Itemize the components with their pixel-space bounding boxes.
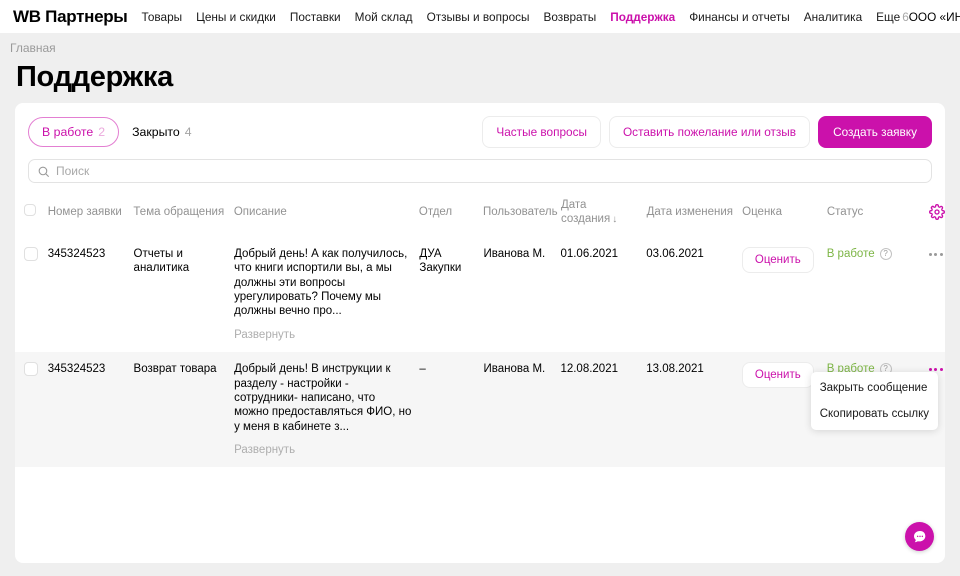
status-help-icon[interactable]: ? xyxy=(880,248,892,260)
tab-in-progress-count: 2 xyxy=(98,125,105,139)
tab-closed-label: Закрыто xyxy=(132,125,180,139)
header-user: Пользователь xyxy=(483,205,561,219)
feedback-button[interactable]: Оставить пожелание или отзыв xyxy=(609,116,810,148)
ticket-number: 345324523 xyxy=(48,362,134,376)
logo[interactable]: WB Партнеры xyxy=(13,7,128,27)
nav-item-postavki[interactable]: Поставки xyxy=(290,10,341,24)
nav-item-more[interactable]: Еще6 xyxy=(876,10,909,24)
nav-item-podderzhka[interactable]: Поддержка xyxy=(610,10,675,24)
toolbar-buttons: Частые вопросы Оставить пожелание или от… xyxy=(482,116,932,148)
nav-item-analitika[interactable]: Аналитика xyxy=(804,10,862,24)
search-input[interactable] xyxy=(56,164,923,178)
ticket-description: Добрый день! А как получилось, что книги… xyxy=(234,247,411,319)
nav-item-otzyvy-i-voprosy[interactable]: Отзывы и вопросы xyxy=(427,10,530,24)
status-tabs: В работе 2 Закрыто 4 xyxy=(28,117,192,147)
ticket-modified: 13.08.2021 xyxy=(646,362,742,376)
status-text: В работе xyxy=(827,247,875,261)
tab-in-progress-label: В работе xyxy=(42,125,93,139)
nav-item-tovary[interactable]: Товары xyxy=(142,10,183,24)
more-label: Еще xyxy=(876,10,900,24)
table-row: 345324523 Отчеты и аналитика Добрый день… xyxy=(15,237,945,352)
support-chat-button[interactable] xyxy=(905,522,934,551)
support-card: В работе 2 Закрыто 4 Частые вопросы Оста… xyxy=(15,103,945,563)
context-menu-close-ticket[interactable]: Закрыть сообщение xyxy=(811,375,938,401)
header-number: Номер заявки xyxy=(48,205,134,219)
nav-item-finansy-i-otchety[interactable]: Финансы и отчеты xyxy=(689,10,790,24)
ticket-created: 01.06.2021 xyxy=(560,247,646,261)
nav-item-tseny-i-skidki[interactable]: Цены и скидки xyxy=(196,10,276,24)
tab-closed[interactable]: Закрыто 4 xyxy=(132,118,192,146)
breadcrumb[interactable]: Главная xyxy=(0,33,56,57)
row-checkbox[interactable] xyxy=(24,247,38,261)
header-description: Описание xyxy=(234,205,419,219)
ticket-user: Иванова М. xyxy=(484,247,561,261)
top-navbar: WB Партнеры Товары Цены и скидки Поставк… xyxy=(0,0,960,33)
ticket-description: Добрый день! В инструкции к разделу - на… xyxy=(234,362,411,434)
ticket-number: 345324523 xyxy=(48,247,134,261)
header-created-sort[interactable]: Дата создания↓ xyxy=(561,198,647,227)
expand-link[interactable]: Развернуть xyxy=(234,328,295,342)
create-ticket-button[interactable]: Создать заявку xyxy=(818,116,932,148)
header-theme: Тема обращения xyxy=(133,205,233,219)
table-row: 345324523 Возврат товара Добрый день! В … xyxy=(15,352,945,467)
header-rating: Оценка xyxy=(742,205,827,219)
ticket-theme: Отчеты и аналитика xyxy=(134,247,235,276)
ticket-modified: 03.06.2021 xyxy=(646,247,742,261)
account-name: ООО «ИНТЕРДИЗАЙН» xyxy=(909,10,960,24)
chat-bubble-icon xyxy=(912,529,928,545)
nav-item-moy-sklad[interactable]: Мой склад xyxy=(355,10,413,24)
table-header: Номер заявки Тема обращения Описание Отд… xyxy=(15,193,945,237)
toolbar: В работе 2 Закрыто 4 Частые вопросы Оста… xyxy=(15,103,945,157)
search-icon xyxy=(37,165,50,178)
search-box xyxy=(28,159,932,183)
row-checkbox[interactable] xyxy=(24,362,38,376)
header-department: Отдел xyxy=(419,205,483,219)
header-created-label: Дата создания xyxy=(561,199,610,225)
nav-item-vozvraty[interactable]: Возвраты xyxy=(544,10,597,24)
ticket-user: Иванова М. xyxy=(484,362,561,376)
ticket-created: 12.08.2021 xyxy=(560,362,646,376)
select-all-checkbox[interactable] xyxy=(24,204,36,216)
tab-closed-count: 4 xyxy=(185,125,192,139)
row-menu-button[interactable] xyxy=(927,247,945,262)
expand-link[interactable]: Развернуть xyxy=(234,443,295,457)
main-nav: Товары Цены и скидки Поставки Мой склад … xyxy=(142,10,909,24)
ticket-theme: Возврат товара xyxy=(134,362,235,376)
context-menu-copy-link[interactable]: Скопировать ссылку xyxy=(811,401,938,427)
header-modified: Дата изменения xyxy=(647,205,743,219)
tab-in-progress[interactable]: В работе 2 xyxy=(28,117,119,147)
account-switcher[interactable]: ООО «ИНТЕРДИЗАЙН» 84 xyxy=(909,10,960,24)
rate-button[interactable]: Оценить xyxy=(742,362,814,388)
row-context-menu: Закрыть сообщение Скопировать ссылку xyxy=(811,372,938,430)
rate-button[interactable]: Оценить xyxy=(742,247,814,273)
ticket-department: – xyxy=(419,362,483,376)
header-status: Статус xyxy=(827,205,908,219)
table-settings-gear-icon[interactable] xyxy=(929,204,945,220)
sort-desc-icon: ↓ xyxy=(612,214,617,225)
faq-button[interactable]: Частые вопросы xyxy=(482,116,601,148)
topbar-right: ООО «ИНТЕРДИЗАЙН» 84 23 xyxy=(909,6,960,28)
page-title: Поддержка xyxy=(16,61,960,94)
ticket-department: ДУА Закупки xyxy=(419,247,483,276)
